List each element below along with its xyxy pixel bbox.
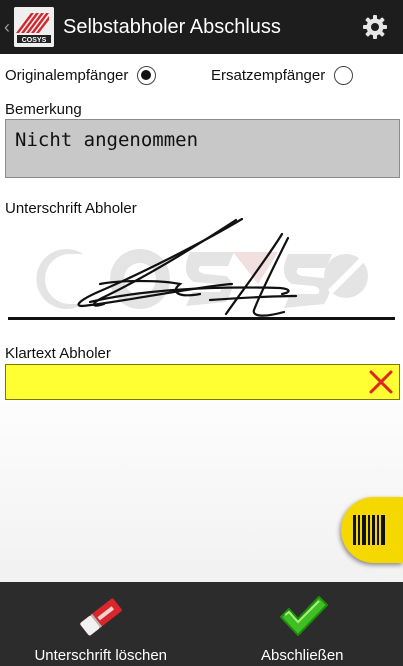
clear-signature-button[interactable]: Unterschrift löschen [0,582,202,666]
app-bar: ‹ COSYS Selbstabholer Abschluss [0,0,403,54]
cosys-watermark-icon [36,249,368,309]
radio-label-substitute: Ersatzempfänger [211,66,326,84]
recipient-radio-group: Originalempfänger Ersatzempfänger [0,62,403,88]
radio-label-original: Originalempfänger [5,66,129,84]
remark-label: Bemerkung [5,101,82,118]
signature-baseline [8,317,395,320]
scan-barcode-button[interactable] [341,497,403,563]
radio-original-recipient[interactable]: Originalempfänger [5,62,157,88]
page-title: Selbstabholer Abschluss [63,15,281,38]
clear-signature-label: Unterschrift löschen [34,647,168,664]
gear-icon [363,15,387,39]
finish-label: Abschließen [260,647,344,664]
chevron-left-icon[interactable]: ‹ [4,17,12,38]
radio-button-original[interactable] [137,65,157,85]
barcode-icon [353,515,385,545]
plain-name-field[interactable] [5,364,400,400]
eraser-icon [80,598,122,636]
signature-pad[interactable] [0,214,403,326]
remark-field[interactable]: Nicht angenommen [5,119,400,178]
radio-substitute-recipient[interactable]: Ersatzempfänger [211,62,354,88]
checkmark-icon [280,596,329,636]
app-logo[interactable]: COSYS [14,7,54,47]
cosys-logo-icon: COSYS [14,7,54,47]
svg-text:COSYS: COSYS [22,37,47,44]
bottom-action-bar: Unterschrift löschen Abschließen [0,582,403,666]
radio-button-substitute[interactable] [334,65,354,85]
settings-button[interactable] [355,7,395,47]
signature-canvas [36,217,368,317]
close-icon[interactable] [367,368,395,396]
finish-button[interactable]: Abschließen [202,582,403,666]
plain-name-label: Klartext Abholer [5,345,111,362]
